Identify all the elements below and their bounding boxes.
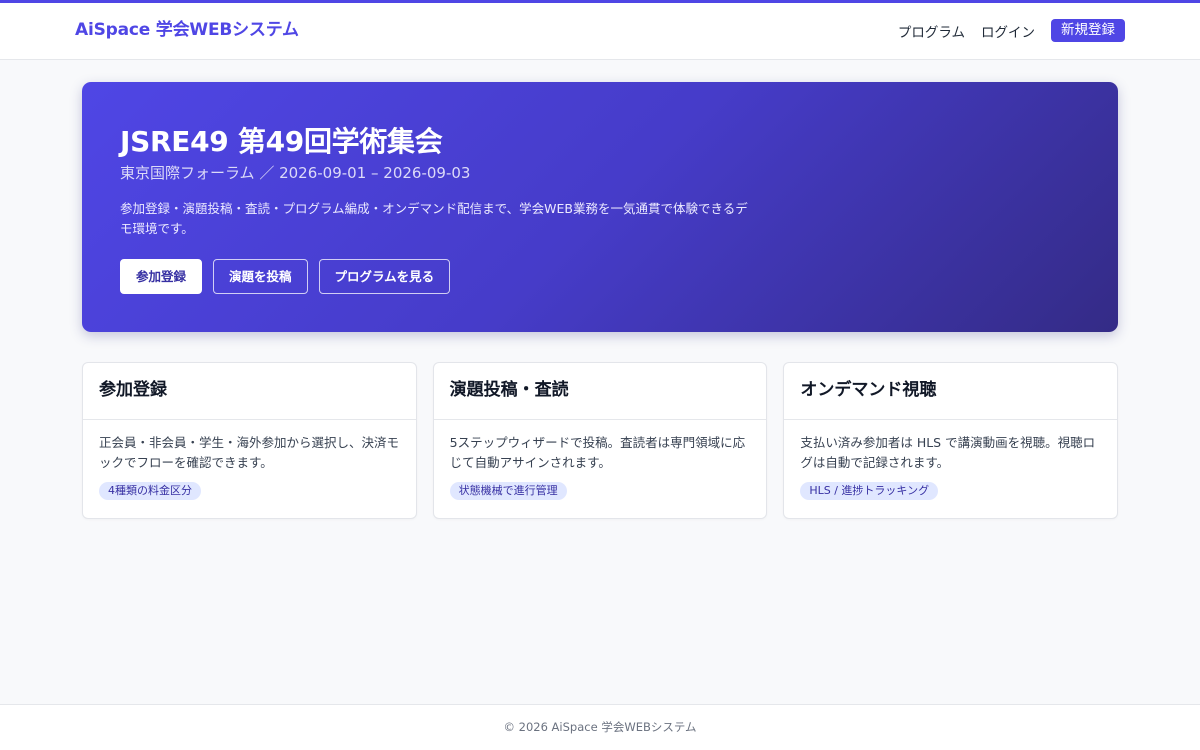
view-program-button[interactable]: プログラムを見る xyxy=(318,259,451,294)
footer-copyright: © 2026 AiSpace 学会WEBシステム xyxy=(503,720,697,734)
nav-link-login[interactable]: ログイン xyxy=(981,21,1035,41)
feature-card-registration: 参加登録 正会員・非会員・学生・海外参加から選択し、決済モックでフローを確認でき… xyxy=(82,362,417,519)
hero-banner: JSRE49 第49回学術集会 東京国際フォーラム ／ 2026-09-01 –… xyxy=(82,82,1118,332)
feature-card-submission: 演題投稿・査読 5ステップウィザードで投稿。査読者は専門領域に応じて自動アサイン… xyxy=(432,362,768,519)
hero-description: 参加登録・演題投稿・査読・プログラム編成・オンデマンド配信まで、学会WEB業務を… xyxy=(120,201,748,236)
card-title: 演題投稿・査読 xyxy=(433,363,767,420)
signup-button[interactable]: 新規登録 xyxy=(1051,19,1125,42)
brand-logo[interactable]: AiSpace 学会WEBシステム xyxy=(75,3,299,60)
card-text: 正会員・非会員・学生・海外参加から選択し、決済モックでフローを確認できます。 xyxy=(99,435,400,470)
card-tag: 4種類の料金区分 xyxy=(99,482,201,500)
hero-title: JSRE49 第49回学術集会 xyxy=(120,125,443,158)
card-title: 参加登録 xyxy=(83,363,416,420)
card-text: 5ステップウィザードで投稿。査読者は専門領域に応じて自動アサインされます。 xyxy=(449,435,746,470)
feature-card-ondemand: オンデマンド視聴 支払い済み参加者は HLS で講演動画を視聴。視聴ログは自動で… xyxy=(783,362,1119,519)
site-footer: © 2026 AiSpace 学会WEBシステム xyxy=(0,704,1200,750)
card-tag: HLS / 進捗トラッキング xyxy=(800,482,939,500)
card-tag: 状態機械で進行管理 xyxy=(449,482,567,500)
card-title: オンデマンド視聴 xyxy=(784,363,1118,420)
card-text: 支払い済み参加者は HLS で講演動画を視聴。視聴ログは自動で記録されます。 xyxy=(800,435,1096,470)
site-header: AiSpace 学会WEBシステム プログラム ログイン 新規登録 xyxy=(0,3,1200,60)
hero-subtitle: 東京国際フォーラム ／ 2026-09-01 – 2026-09-03 xyxy=(120,164,471,182)
hero-actions: 参加登録 演題を投稿 プログラムを見る xyxy=(120,259,451,294)
main-nav: プログラム ログイン 新規登録 xyxy=(882,19,1125,42)
submit-abstract-button[interactable]: 演題を投稿 xyxy=(213,259,308,294)
feature-cards: 参加登録 正会員・非会員・学生・海外参加から選択し、決済モックでフローを確認でき… xyxy=(82,362,1119,519)
register-button[interactable]: 参加登録 xyxy=(120,259,203,294)
nav-link-program[interactable]: プログラム xyxy=(898,21,965,41)
